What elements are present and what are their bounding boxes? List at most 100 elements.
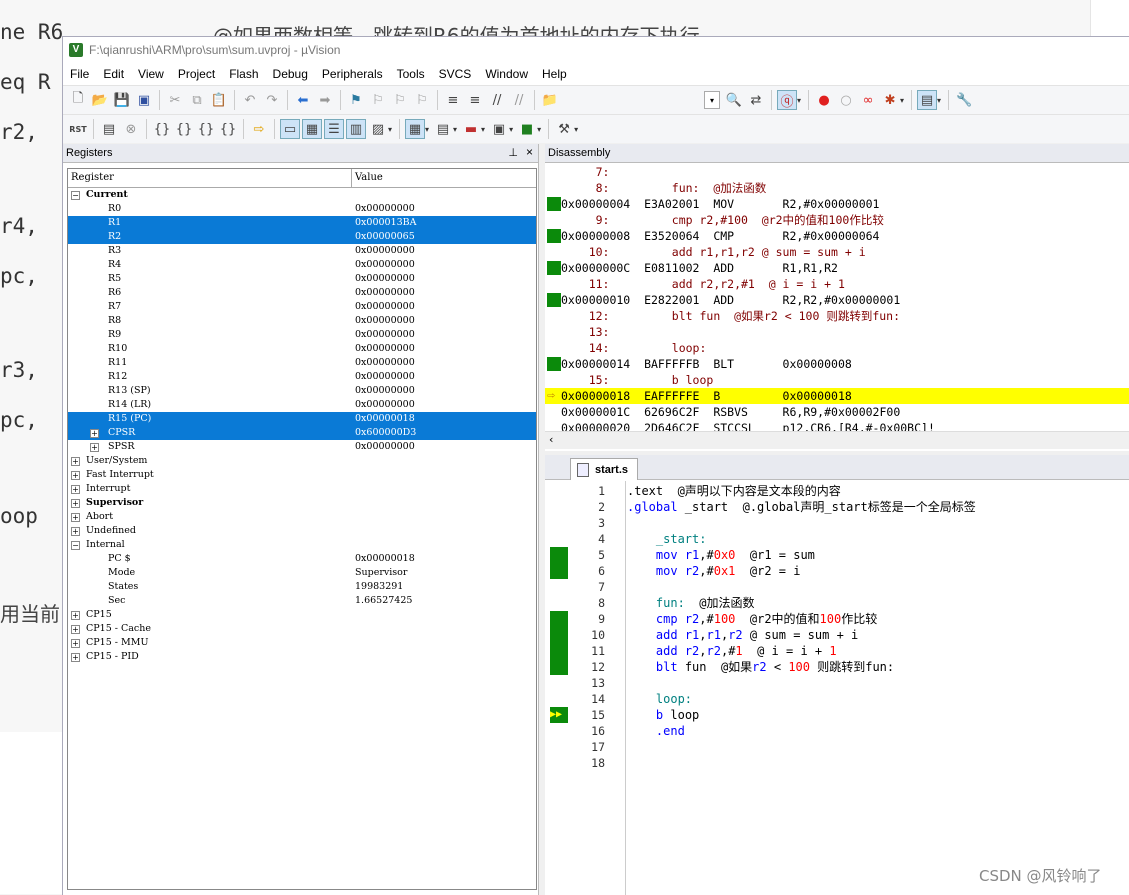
command-window-icon[interactable]: ▭: [280, 119, 300, 139]
expand-icon[interactable]: +: [90, 429, 99, 438]
disassembly-source-line[interactable]: 11: add r2,r2,#1 @ i = i + 1: [545, 276, 1129, 292]
step-into-icon[interactable]: {}: [152, 119, 172, 139]
editor-line[interactable]: 11 add r2,r2,#1 @ i = i + 1: [545, 643, 1129, 659]
find-combo-dropdown[interactable]: ▾: [704, 91, 720, 109]
disassembly-source-line[interactable]: 13:: [545, 324, 1129, 340]
expand-icon[interactable]: +: [71, 625, 80, 634]
collapse-icon[interactable]: −: [71, 541, 80, 550]
register-row[interactable]: R11 0x00000000: [68, 356, 536, 370]
kill-breakpoints-icon[interactable]: ✱: [880, 90, 900, 110]
editor-line[interactable]: 8 fun: @加法函数: [545, 595, 1129, 611]
register-value[interactable]: 0x00000000: [352, 244, 415, 258]
register-value[interactable]: [352, 482, 355, 496]
disassembly-listing[interactable]: 7: 8: fun: @加法函数 0x00000004 E3A02001 MOV …: [545, 164, 1129, 431]
register-row[interactable]: R4 0x00000000: [68, 258, 536, 272]
call-stack-icon[interactable]: ▨: [368, 119, 388, 139]
menu-project[interactable]: Project: [171, 67, 222, 81]
disassembly-instruction-line[interactable]: ⇨ 0x00000018 EAFFFFFE B 0x00000018: [545, 388, 1129, 404]
expand-icon[interactable]: +: [71, 611, 80, 620]
expand-icon[interactable]: +: [71, 471, 80, 480]
scroll-left-icon[interactable]: ‹: [549, 433, 553, 446]
register-row[interactable]: + User/System: [68, 454, 536, 468]
register-value[interactable]: [352, 524, 355, 538]
register-row[interactable]: + CP15 - MMU: [68, 636, 536, 650]
editor-line[interactable]: 16 .end: [545, 723, 1129, 739]
register-row[interactable]: R3 0x00000000: [68, 244, 536, 258]
step-out-icon[interactable]: {}: [196, 119, 216, 139]
undo-icon[interactable]: ↶: [240, 90, 260, 110]
trace-window-icon[interactable]: ■: [517, 119, 537, 139]
expand-icon[interactable]: +: [71, 639, 80, 648]
register-value[interactable]: 0x00000000: [352, 286, 415, 300]
indent-icon[interactable]: ≡: [443, 90, 463, 110]
register-value[interactable]: [352, 538, 355, 552]
register-row[interactable]: R8 0x00000000: [68, 314, 536, 328]
register-row[interactable]: + CP15 - PID: [68, 650, 536, 664]
register-value[interactable]: [352, 510, 355, 524]
register-row[interactable]: − Internal: [68, 538, 536, 552]
disassembly-instruction-line[interactable]: 0x00000020 2D646C2F STCCSL p12,CR6,[R4,#…: [545, 420, 1129, 431]
register-value[interactable]: 0x00000000: [352, 384, 415, 398]
editor-line[interactable]: 17: [545, 739, 1129, 755]
horizontal-scrollbar[interactable]: ‹: [545, 431, 1129, 449]
expand-icon[interactable]: +: [71, 485, 80, 494]
register-value[interactable]: 0x00000000: [352, 398, 415, 412]
disassembly-instruction-line[interactable]: 0x0000000C E0811002 ADD R1,R1,R2: [545, 260, 1129, 276]
register-value[interactable]: 0x600000D3: [352, 426, 416, 440]
copy-icon[interactable]: ⧉: [187, 90, 207, 110]
clear-bookmarks-icon[interactable]: ⚐: [412, 90, 432, 110]
register-row[interactable]: R9 0x00000000: [68, 328, 536, 342]
register-row[interactable]: + SPSR 0x00000000: [68, 440, 536, 454]
register-row[interactable]: PC $ 0x00000018: [68, 552, 536, 566]
disassembly-instruction-line[interactable]: 0x00000004 E3A02001 MOV R2,#0x00000001: [545, 196, 1129, 212]
memory-window-icon[interactable]: ▤: [433, 119, 453, 139]
menu-help[interactable]: Help: [535, 67, 574, 81]
register-value[interactable]: 0x000013BA: [352, 216, 417, 230]
register-row[interactable]: Mode Supervisor: [68, 566, 536, 580]
register-value[interactable]: 0x00000000: [352, 370, 415, 384]
menu-svcs[interactable]: SVCS: [432, 67, 479, 81]
expand-icon[interactable]: +: [71, 653, 80, 662]
disassembly-source-line[interactable]: 14: loop:: [545, 340, 1129, 356]
editor-line[interactable]: 10 add r1,r1,r2 @ sum = sum + i: [545, 627, 1129, 643]
expand-icon[interactable]: +: [90, 443, 99, 452]
run-to-cursor-icon[interactable]: {}: [218, 119, 238, 139]
disassembly-instruction-line[interactable]: 0x00000008 E3520064 CMP R2,#0x00000064: [545, 228, 1129, 244]
register-row[interactable]: R7 0x00000000: [68, 300, 536, 314]
register-value[interactable]: 0x00000000: [352, 342, 415, 356]
insert-breakpoint-icon[interactable]: ●: [814, 90, 834, 110]
register-row[interactable]: R2 0x00000065: [68, 230, 536, 244]
toolbox-icon[interactable]: ⚒: [554, 119, 574, 139]
editor-line[interactable]: 3: [545, 515, 1129, 531]
register-row[interactable]: + Interrupt: [68, 482, 536, 496]
register-row[interactable]: R13 (SP) 0x00000000: [68, 384, 536, 398]
redo-icon[interactable]: ↷: [262, 90, 282, 110]
register-value[interactable]: [352, 622, 355, 636]
comment-icon[interactable]: //: [487, 90, 507, 110]
collapse-icon[interactable]: −: [71, 191, 80, 200]
menu-window[interactable]: Window: [478, 67, 535, 81]
register-value[interactable]: [352, 608, 355, 622]
disassembly-source-line[interactable]: 7:: [545, 164, 1129, 180]
register-row[interactable]: − Current: [68, 188, 536, 202]
register-row[interactable]: + Supervisor: [68, 496, 536, 510]
disassembly-source-line[interactable]: 9: cmp r2,#100 @r2中的值和100作比较: [545, 212, 1129, 228]
analysis-window-icon[interactable]: ▣: [489, 119, 509, 139]
disassembly-source-line[interactable]: 12: blt fun @如果r2 < 100 则跳转到fun:: [545, 308, 1129, 324]
close-icon[interactable]: ×: [526, 145, 533, 159]
new-file-icon[interactable]: 🗋: [68, 90, 88, 110]
register-value[interactable]: 0x00000000: [352, 328, 415, 342]
register-row[interactable]: R0 0x00000000: [68, 202, 536, 216]
nav-forward-icon[interactable]: ➡: [315, 90, 335, 110]
register-row[interactable]: + CP15 - Cache: [68, 622, 536, 636]
pin-icon[interactable]: ⊥: [508, 146, 518, 159]
menu-debug[interactable]: Debug: [266, 67, 315, 81]
disassembly-window-icon[interactable]: ▦: [302, 119, 322, 139]
editor-line[interactable]: 6 mov r2,#0x1 @r2 = i: [545, 563, 1129, 579]
menu-edit[interactable]: Edit: [96, 67, 131, 81]
cut-icon[interactable]: ✂: [165, 90, 185, 110]
register-row[interactable]: R5 0x00000000: [68, 272, 536, 286]
disassembly-source-line[interactable]: 10: add r1,r1,r2 @ sum = sum + i: [545, 244, 1129, 260]
registers-window-icon[interactable]: ▥: [346, 119, 366, 139]
expand-icon[interactable]: +: [71, 513, 80, 522]
